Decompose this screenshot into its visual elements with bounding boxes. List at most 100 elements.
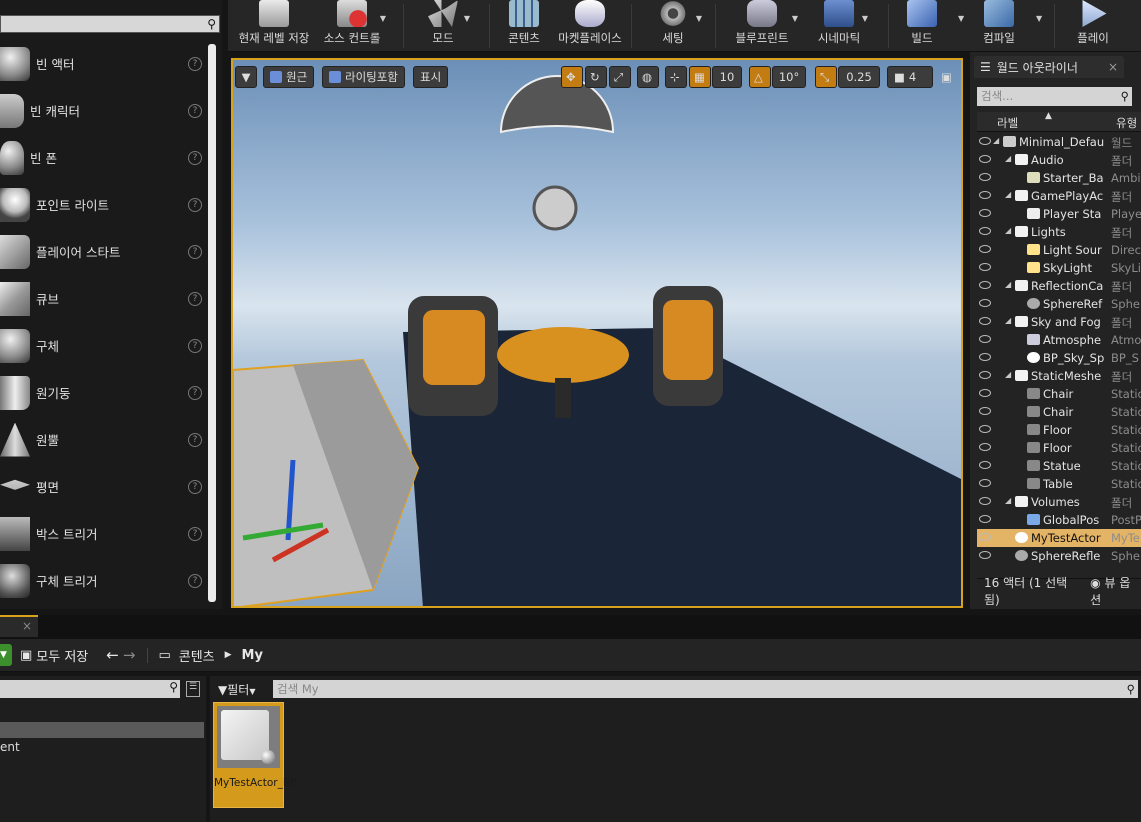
place-item-cylinder[interactable]: 원기둥? bbox=[0, 369, 208, 416]
save-all-button[interactable]: ▣ 모두 저장 bbox=[20, 646, 88, 665]
expand-arrow-icon[interactable]: ◢ bbox=[1005, 226, 1011, 235]
visibility-eye-icon[interactable] bbox=[979, 353, 991, 361]
rotation-snap-value[interactable]: 10° bbox=[772, 66, 806, 88]
outliner-search-input[interactable]: 검색... ⚲ bbox=[977, 87, 1132, 106]
visibility-eye-icon[interactable] bbox=[979, 497, 991, 505]
world-outliner-tab[interactable]: ☰ 월드 아웃라이너 × bbox=[974, 56, 1124, 78]
grid-snap-value[interactable]: 10 bbox=[712, 66, 742, 88]
visibility-eye-icon[interactable] bbox=[979, 407, 991, 415]
outliner-row[interactable]: ◢ Lights 폴더 bbox=[977, 223, 1141, 241]
camera-speed-button[interactable]: ■ 4 bbox=[887, 66, 933, 88]
outliner-row[interactable]: ◢ StaticMeshe 폴더 bbox=[977, 367, 1141, 385]
outliner-row[interactable]: Table Static bbox=[977, 475, 1141, 493]
visibility-eye-icon[interactable] bbox=[979, 281, 991, 289]
place-item-empty-character[interactable]: 빈 캐릭터? bbox=[0, 87, 208, 134]
sources-folder-label[interactable]: ent bbox=[0, 740, 20, 754]
help-icon[interactable]: ? bbox=[188, 573, 202, 588]
outliner-row[interactable]: Chair Static bbox=[977, 403, 1141, 421]
place-item-sphere-trigger[interactable]: 구체 트리거? bbox=[0, 557, 208, 604]
play-button[interactable]: 플레이 bbox=[1068, 0, 1118, 52]
expand-arrow-icon[interactable]: ◢ bbox=[1005, 496, 1011, 505]
place-item-empty-pawn[interactable]: 빈 폰? bbox=[0, 134, 208, 181]
visibility-eye-icon[interactable] bbox=[979, 137, 991, 145]
expand-arrow-icon[interactable]: ◢ bbox=[1005, 316, 1011, 325]
help-icon[interactable]: ? bbox=[188, 432, 202, 447]
help-icon[interactable]: ? bbox=[188, 103, 202, 118]
visibility-eye-icon[interactable] bbox=[979, 389, 991, 397]
outliner-row[interactable]: GlobalPos PostP bbox=[977, 511, 1141, 529]
visibility-eye-icon[interactable] bbox=[979, 317, 991, 325]
outliner-row[interactable]: ◢ Sky and Fog 폴더 bbox=[977, 313, 1141, 331]
place-item-cube[interactable]: 큐브? bbox=[0, 275, 208, 322]
help-icon[interactable]: ? bbox=[188, 150, 202, 165]
help-icon[interactable]: ? bbox=[188, 56, 202, 71]
level-viewport[interactable]: ▼ 원근 라이팅포함 표시 ✥ ↻ ⤢ ◍ ⊹ ▦ 10 △ 10° ⤡ 0.2… bbox=[231, 58, 963, 608]
column-type[interactable]: 유형 bbox=[1116, 115, 1137, 131]
sources-selected-folder[interactable] bbox=[0, 722, 204, 738]
visibility-eye-icon[interactable] bbox=[979, 335, 991, 343]
visibility-eye-icon[interactable] bbox=[979, 155, 991, 163]
visibility-eye-icon[interactable] bbox=[979, 191, 991, 199]
expand-arrow-icon[interactable]: ◢ bbox=[1005, 370, 1011, 379]
help-icon[interactable]: ? bbox=[188, 244, 202, 259]
visibility-eye-icon[interactable] bbox=[979, 515, 991, 523]
sources-search-input[interactable]: ⚲ bbox=[0, 680, 180, 698]
column-label[interactable]: 라벨 bbox=[997, 115, 1018, 131]
close-icon[interactable]: × bbox=[22, 619, 32, 633]
compile-button[interactable]: 컴파일 bbox=[976, 0, 1022, 52]
expand-arrow-icon[interactable]: ◢ bbox=[1005, 154, 1011, 163]
place-item-plane[interactable]: 평면? bbox=[0, 463, 208, 510]
outliner-row[interactable]: ◢ ReflectionCa 폴더 bbox=[977, 277, 1141, 295]
outliner-row[interactable]: SphereRef Spher bbox=[977, 295, 1141, 313]
rotation-snap-toggle[interactable]: △ bbox=[749, 66, 771, 88]
build-button[interactable]: 빌드 bbox=[900, 0, 944, 52]
scale-snap-toggle[interactable]: ⤡ bbox=[815, 66, 837, 88]
history-back-icon[interactable]: ← bbox=[106, 646, 119, 664]
visibility-eye-icon[interactable] bbox=[979, 227, 991, 235]
show-button[interactable]: 표시 bbox=[413, 66, 449, 88]
asset-search-input[interactable]: 검색 My ⚲ bbox=[273, 680, 1138, 698]
place-search-input[interactable]: ⚲ bbox=[0, 15, 220, 33]
filter-button[interactable]: ▼필터▼ bbox=[218, 681, 255, 698]
outliner-row[interactable]: ◢ Volumes 폴더 bbox=[977, 493, 1141, 511]
visibility-eye-icon[interactable] bbox=[979, 443, 991, 451]
expand-arrow-icon[interactable]: ◢ bbox=[993, 136, 999, 145]
place-item-box-trigger[interactable]: 박스 트리거? bbox=[0, 510, 208, 557]
help-icon[interactable]: ? bbox=[188, 291, 202, 306]
expand-arrow-icon[interactable]: ◢ bbox=[1005, 280, 1011, 289]
rotate-mode-button[interactable]: ↻ bbox=[585, 66, 607, 88]
asset-tile-mytestactor[interactable]: MyTestActor_BP bbox=[213, 702, 296, 808]
outliner-row[interactable]: SkyLight SkyLi bbox=[977, 259, 1141, 277]
visibility-eye-icon[interactable] bbox=[979, 479, 991, 487]
place-item-empty-actor[interactable]: 빈 액터? bbox=[0, 40, 208, 87]
blueprints-button[interactable]: 블루프린트 ▼ bbox=[728, 0, 798, 52]
outliner-row[interactable]: Floor Static bbox=[977, 439, 1141, 457]
visibility-eye-icon[interactable] bbox=[979, 245, 991, 253]
help-icon[interactable]: ? bbox=[188, 479, 202, 494]
settings-button[interactable]: 세팅 ▼ bbox=[646, 0, 702, 52]
scale-snap-value[interactable]: 0.25 bbox=[838, 66, 880, 88]
place-item-point-light[interactable]: 포인트 라이트? bbox=[0, 181, 208, 228]
source-control-button[interactable]: 소스 컨트롤 ▼ bbox=[320, 0, 386, 52]
grid-snap-toggle[interactable]: ▦ bbox=[689, 66, 711, 88]
place-item-player-start[interactable]: 플레이어 스타트? bbox=[0, 228, 208, 275]
help-icon[interactable]: ? bbox=[188, 197, 202, 212]
marketplace-button[interactable]: 마켓플레이스 bbox=[555, 0, 625, 52]
outliner-row[interactable]: SphereRefle Spher bbox=[977, 547, 1141, 565]
content-button[interactable]: 콘텐츠 bbox=[501, 0, 547, 52]
visibility-eye-icon[interactable] bbox=[979, 425, 991, 433]
visibility-eye-icon[interactable] bbox=[979, 533, 991, 541]
cinematics-button[interactable]: 시네마틱 ▼ bbox=[812, 0, 868, 52]
visibility-eye-icon[interactable] bbox=[979, 299, 991, 307]
add-new-button[interactable]: ▼ bbox=[0, 644, 12, 666]
view-options-button[interactable]: ◉ 뷰 옵션 bbox=[1090, 574, 1141, 608]
outliner-row[interactable]: MyTestActor MyTe bbox=[977, 529, 1141, 547]
lighting-mode-button[interactable]: 라이팅포함 bbox=[322, 66, 405, 88]
close-icon[interactable]: × bbox=[1108, 60, 1118, 74]
outliner-row[interactable]: ◢ Audio 폴더 bbox=[977, 151, 1141, 169]
breadcrumb-content[interactable]: 콘텐츠 bbox=[179, 646, 215, 665]
visibility-eye-icon[interactable] bbox=[979, 551, 991, 559]
maximize-viewport-button[interactable]: ▣ bbox=[941, 66, 959, 88]
outliner-row[interactable]: ◢ Minimal_Defau 월드 bbox=[977, 133, 1141, 151]
visibility-eye-icon[interactable] bbox=[979, 371, 991, 379]
